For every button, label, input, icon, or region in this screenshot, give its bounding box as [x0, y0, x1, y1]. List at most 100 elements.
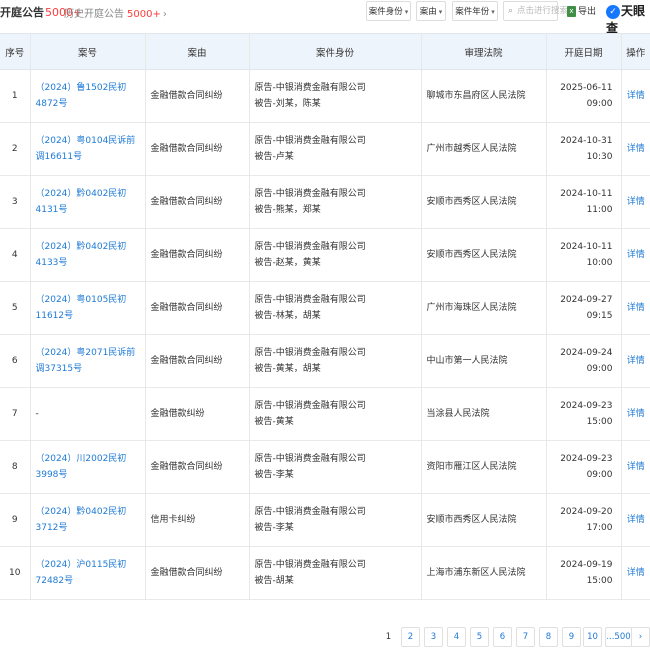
cell-no: 7 [0, 387, 31, 441]
detail-link[interactable]: 详情 [621, 69, 650, 123]
page-link[interactable]: 10 [583, 627, 602, 647]
cell-parties: 原告-中银消费金融有限公司 被告-赵某，黄某 [249, 228, 422, 282]
cell-date: 2024-09-20 17:00 [546, 493, 622, 547]
table-row: 3 （2024）黔0402民初4131号 金融借款合同纠纷 原告-中银消费金融有… [0, 175, 650, 229]
cell-cause: 金融借款合同纠纷 [145, 546, 250, 600]
filter-cause[interactable]: 案由 ▾ [416, 1, 446, 21]
case-number-link[interactable]: （2024）黔0402民初3712号 [30, 493, 146, 547]
cell-date: 2024-09-24 09:00 [546, 334, 622, 388]
filter-case-year[interactable]: 案件年份 ▾ [452, 1, 498, 21]
cell-date: 2024-09-27 09:15 [546, 281, 622, 335]
cell-parties: 原告-中银消费金融有限公司 被告-熊某，郑某 [249, 175, 422, 229]
detail-link[interactable]: 详情 [621, 493, 650, 547]
chevron-right-icon: › [162, 9, 167, 20]
cell-date: 2025-06-11 09:00 [546, 69, 622, 123]
plaintiff-text: 原告-中银消费金融有限公司 [254, 454, 366, 464]
case-number-link[interactable]: （2024）黔0402民初4131号 [30, 175, 146, 229]
case-number-link[interactable]: （2024）粤2071民诉前调37315号 [30, 334, 146, 388]
logo-mark-icon: ✓ [606, 4, 620, 19]
cell-court: 资阳市雁江区人民法院 [421, 440, 547, 494]
defendant-text: 被告-刘某，陈某 [254, 99, 321, 109]
history-count: 5000+ [127, 9, 161, 20]
history-link[interactable]: 历史开庭公告 5000+ › [64, 5, 167, 20]
cell-parties: 原告-中银消费金融有限公司 被告-卢某 [249, 122, 422, 176]
plaintiff-text: 原告-中银消费金融有限公司 [254, 348, 366, 358]
column-header-action: 操作 [621, 33, 650, 70]
table-row: 2 （2024）粤0104民诉前调16611号 金融借款合同纠纷 原告-中银消费… [0, 122, 650, 176]
page-link[interactable]: 3 [424, 627, 443, 647]
column-header-no: 序号 [0, 33, 31, 70]
column-header-parties: 案件身份 [249, 33, 422, 70]
detail-link[interactable]: 详情 [621, 281, 650, 335]
case-number-text: - [30, 387, 146, 441]
cell-date: 2024-10-31 10:30 [546, 122, 622, 176]
cell-cause: 金融借款合同纠纷 [145, 228, 250, 282]
case-number-link[interactable]: （2024）黔0402民初4133号 [30, 228, 146, 282]
page-link[interactable]: 5 [470, 627, 489, 647]
cell-cause: 金融借款合同纠纷 [145, 334, 250, 388]
cell-no: 8 [0, 440, 31, 494]
detail-link[interactable]: 详情 [621, 440, 650, 494]
page-link[interactable]: 9 [562, 627, 581, 647]
cell-parties: 原告-中银消费金融有限公司 被告-林某，胡某 [249, 281, 422, 335]
page-link[interactable]: 7 [516, 627, 535, 647]
cell-parties: 原告-中银消费金融有限公司 被告-李某 [249, 440, 422, 494]
cell-date: 2024-10-11 10:00 [546, 228, 622, 282]
cell-no: 6 [0, 334, 31, 388]
case-number-link[interactable]: （2024）鲁1502民初4872号 [30, 69, 146, 123]
case-number-link[interactable]: （2024）沪0115民初72482号 [30, 546, 146, 600]
case-number-link[interactable]: （2024）粤0105民初11612号 [30, 281, 146, 335]
cell-no: 4 [0, 228, 31, 282]
pagination: 1 2 3 4 5 6 7 8 9 10 ...500 › [0, 627, 650, 647]
detail-link[interactable]: 详情 [621, 334, 650, 388]
filter-case-role[interactable]: 案件身份 ▾ [366, 1, 411, 21]
table-row: 9 （2024）黔0402民初3712号 信用卡纠纷 原告-中银消费金融有限公司… [0, 493, 650, 547]
defendant-text: 被告-胡某 [254, 576, 294, 586]
detail-link[interactable]: 详情 [621, 228, 650, 282]
column-header-court: 审理法院 [421, 33, 547, 70]
case-number-link[interactable]: （2024）粤0104民诉前调16611号 [30, 122, 146, 176]
detail-link[interactable]: 详情 [621, 122, 650, 176]
page-link[interactable]: 6 [493, 627, 512, 647]
page-link[interactable]: 8 [539, 627, 558, 647]
plaintiff-text: 原告-中银消费金融有限公司 [254, 295, 366, 305]
detail-link[interactable]: 详情 [621, 175, 650, 229]
detail-link[interactable]: 详情 [621, 546, 650, 600]
search-icon: ⌕ [508, 6, 514, 16]
cell-no: 9 [0, 493, 31, 547]
cell-court: 上海市浦东新区人民法院 [421, 546, 547, 600]
cell-date: 2024-09-23 09:00 [546, 440, 622, 494]
next-page-button[interactable]: › [631, 627, 650, 647]
cell-parties: 原告-中银消费金融有限公司 被告-黄某，胡某 [249, 334, 422, 388]
cell-cause: 金融借款纠纷 [145, 387, 250, 441]
cell-cause: 金融借款合同纠纷 [145, 175, 250, 229]
plaintiff-text: 原告-中银消费金融有限公司 [254, 242, 366, 252]
page-link[interactable]: 2 [401, 627, 420, 647]
cell-court: 安顺市西秀区人民法院 [421, 228, 547, 282]
cell-parties: 原告-中银消费金融有限公司 被告-李某 [249, 493, 422, 547]
search-input[interactable]: ⌕ 点击进行搜索 [503, 1, 568, 21]
caret-down-icon: ▾ [491, 8, 495, 16]
page-link[interactable]: 4 [447, 627, 466, 647]
column-header-case-no: 案号 [30, 33, 146, 70]
chevron-right-icon: › [638, 632, 643, 642]
table-row: 5 （2024）粤0105民初11612号 金融借款合同纠纷 原告-中银消费金融… [0, 281, 650, 335]
caret-down-icon: ▾ [404, 8, 409, 16]
cell-cause: 金融借款合同纠纷 [145, 122, 250, 176]
plaintiff-text: 原告-中银消费金融有限公司 [254, 83, 366, 93]
defendant-text: 被告-林某，胡某 [254, 311, 321, 321]
defendant-text: 被告-卢某 [254, 152, 294, 162]
case-number-link[interactable]: （2024）川2002民初3998号 [30, 440, 146, 494]
cell-cause: 信用卡纠纷 [145, 493, 250, 547]
cell-court: 安顺市西秀区人民法院 [421, 493, 547, 547]
page-link-last[interactable]: ...500 [605, 627, 632, 647]
plaintiff-text: 原告-中银消费金融有限公司 [254, 507, 366, 517]
cell-court: 安顺市西秀区人民法院 [421, 175, 547, 229]
export-button[interactable]: x 导出 [567, 4, 596, 17]
cell-date: 2024-09-19 15:00 [546, 546, 622, 600]
caret-down-icon: ▾ [438, 8, 443, 16]
table-row: 8 （2024）川2002民初3998号 金融借款合同纠纷 原告-中银消费金融有… [0, 440, 650, 494]
detail-link[interactable]: 详情 [621, 387, 650, 441]
cell-court: 广州市越秀区人民法院 [421, 122, 547, 176]
cell-date: 2024-09-23 15:00 [546, 387, 622, 441]
